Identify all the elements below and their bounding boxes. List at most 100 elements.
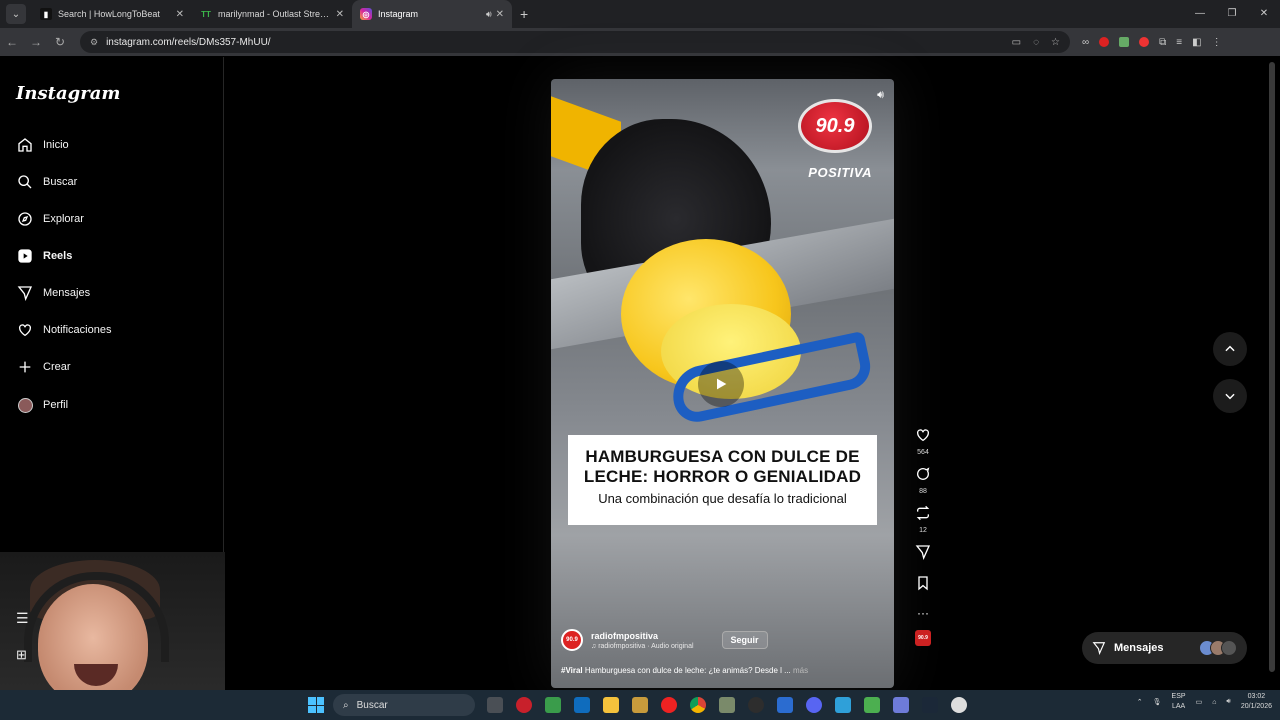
caption-headline-line1: HAMBURGUESA CON DULCE DE	[585, 447, 860, 466]
chevron-up-icon[interactable]: ⌃	[1137, 698, 1143, 706]
microphone-icon[interactable]: 🎙︎	[1153, 698, 1162, 706]
follow-button[interactable]: Seguir	[721, 631, 768, 649]
app-gamepad-icon[interactable]	[719, 697, 735, 713]
sidebar-item-inicio[interactable]: Inicio	[16, 135, 69, 155]
sidebar-item-perfil[interactable]: Perfil	[16, 395, 68, 415]
back-arrow-icon[interactable]: ←	[0, 35, 24, 49]
extension-glasses-icon[interactable]: ∞	[1082, 37, 1089, 48]
tab-title: Search | HowLongToBeat	[58, 9, 160, 19]
hashtag[interactable]: #Viral	[561, 666, 583, 675]
reel-actions: 564 88 12 ··· 90.9	[908, 427, 938, 656]
profile-icon[interactable]: ◧	[1192, 37, 1201, 48]
tab-search-button[interactable]: ⌄	[6, 4, 26, 24]
save-action[interactable]	[908, 575, 938, 596]
scrollbar-thumb[interactable]	[1269, 62, 1275, 672]
app-diamond-icon[interactable]	[893, 697, 909, 713]
send-icon	[16, 284, 34, 302]
app-green-icon[interactable]	[864, 697, 880, 713]
comment-action[interactable]: 88	[908, 466, 938, 495]
clock-date: 20/1/2026	[1240, 703, 1272, 710]
audio-attribution[interactable]: ♫ radiofmpositiva · Audio original	[591, 643, 694, 650]
previous-reel-button[interactable]	[1213, 332, 1247, 366]
sidebar-item-crear[interactable]: Crear	[16, 357, 71, 377]
more-menu-icon[interactable]: ☰	[16, 610, 29, 627]
new-tab-button[interactable]: +	[520, 6, 528, 22]
repost-icon	[916, 505, 930, 521]
app-red-icon[interactable]	[516, 697, 532, 713]
steam-icon[interactable]	[922, 697, 938, 713]
lang-layout: LAA	[1171, 703, 1186, 710]
start-windows-icon[interactable]	[308, 697, 324, 713]
like-action[interactable]: 564	[908, 427, 938, 456]
author-avatar[interactable]: 90.9	[561, 629, 583, 651]
sidebar-item-reels[interactable]: Reels	[16, 246, 72, 266]
close-tab-icon[interactable]: ✕	[336, 9, 344, 20]
league-icon[interactable]	[632, 697, 648, 713]
puzzle-extensions-icon[interactable]: ⧉	[1159, 37, 1166, 48]
extension-red-icon[interactable]	[1099, 37, 1110, 47]
app-white-circle-icon[interactable]	[951, 697, 967, 713]
tab-outlast-streams[interactable]: TT marilynmad - Outlast Streams ✕	[192, 0, 352, 28]
clock[interactable]: 03:02 20/1/2026	[1241, 692, 1272, 712]
bookmark-star-icon[interactable]: ☆	[1051, 37, 1060, 48]
minimize-icon[interactable]: —	[1184, 0, 1216, 28]
sidebar-item-buscar[interactable]: Buscar	[16, 172, 77, 192]
task-view-icon[interactable]	[487, 697, 503, 713]
speaker-icon[interactable]: 🔊︎	[486, 9, 492, 20]
instagram-logo[interactable]: Instagram	[16, 83, 120, 104]
share-action[interactable]	[908, 544, 938, 565]
notepad-icon[interactable]	[777, 697, 793, 713]
cast-icon[interactable]: ▭	[1012, 37, 1021, 48]
discord-icon[interactable]	[806, 697, 822, 713]
chrome-icon[interactable]	[690, 697, 706, 713]
sidebar-item-explorar[interactable]: Explorar	[16, 209, 84, 229]
reel-video[interactable]: 90.9 POSITIVA 🔊︎ HAMBURGUESA CON DULCE D…	[551, 79, 894, 688]
close-window-icon[interactable]: ✕	[1248, 0, 1280, 28]
forward-arrow-icon[interactable]: →	[24, 35, 48, 49]
reading-list-icon[interactable]: ≡	[1176, 37, 1182, 48]
sidebar-item-label: Buscar	[43, 176, 78, 188]
restore-icon[interactable]: ❐	[1216, 0, 1248, 28]
media-player-icon[interactable]	[661, 697, 677, 713]
close-tab-icon[interactable]: ✕	[496, 9, 504, 20]
station-logo-name: POSITIVA	[808, 165, 872, 180]
more-options-icon[interactable]: ···	[908, 606, 938, 620]
store-icon[interactable]	[545, 697, 561, 713]
messages-pill[interactable]: Mensajes	[1082, 632, 1247, 664]
eye-off-icon[interactable]: ◌	[1033, 37, 1039, 48]
app-circle-icon[interactable]	[748, 697, 764, 713]
file-explorer-icon[interactable]	[603, 697, 619, 713]
station-logo-badge: 90.9	[798, 99, 872, 153]
network-icon[interactable]: ⌂	[1212, 699, 1216, 706]
taskbar-search[interactable]: ⌕ Buscar	[333, 694, 475, 716]
audio-thumbnail[interactable]: 90.9	[908, 630, 938, 646]
more-link[interactable]: más	[793, 666, 808, 675]
reload-icon[interactable]: ↻	[48, 35, 72, 49]
tab-howlongtobeat[interactable]: ▮ Search | HowLongToBeat ✕	[32, 0, 192, 28]
display-icon[interactable]: ▭	[1196, 698, 1203, 706]
extension-green-icon[interactable]	[1119, 37, 1130, 47]
windows-taskbar: ⌕ Buscar ⌃ 🎙︎ ESP LAA ▭ ⌂ 🔊︎ 03:02 20/1/…	[0, 690, 1280, 720]
play-button[interactable]	[698, 361, 744, 407]
sidebar-item-mensajes[interactable]: Mensajes	[16, 283, 90, 303]
author-username[interactable]: radiofmpositiva	[591, 631, 694, 641]
language-indicator[interactable]: ESP LAA	[1172, 692, 1186, 712]
volume-icon[interactable]: 🔊︎	[877, 89, 884, 102]
more-menu-icon[interactable]: ⋮	[1212, 37, 1222, 48]
close-tab-icon[interactable]: ✕	[176, 9, 184, 20]
sidebar-item-label: Reels	[43, 250, 73, 262]
grid-icon[interactable]: ⊞	[16, 647, 27, 663]
sidebar-item-notificaciones[interactable]: Notificaciones	[16, 320, 111, 340]
volume-icon[interactable]: 🔊︎	[1226, 698, 1230, 706]
outlook-icon[interactable]	[574, 697, 590, 713]
address-bar[interactable]: ⚙ instagram.com/reels/DMs357-MhUU/ ▭ ◌ ☆	[80, 31, 1070, 53]
site-info-icon[interactable]: ⚙	[90, 37, 98, 48]
page-scrollbar[interactable]	[1268, 62, 1276, 682]
lang-code: ESP	[1171, 693, 1186, 700]
tab-instagram[interactable]: ◎ Instagram 🔊︎ ✕	[352, 0, 512, 28]
photos-icon[interactable]	[835, 697, 851, 713]
repost-action[interactable]: 12	[908, 505, 938, 534]
extension-calendar-icon[interactable]	[1139, 37, 1150, 47]
next-reel-button[interactable]	[1213, 379, 1247, 413]
address-bar-actions: ▭ ◌ ☆	[1012, 37, 1060, 48]
